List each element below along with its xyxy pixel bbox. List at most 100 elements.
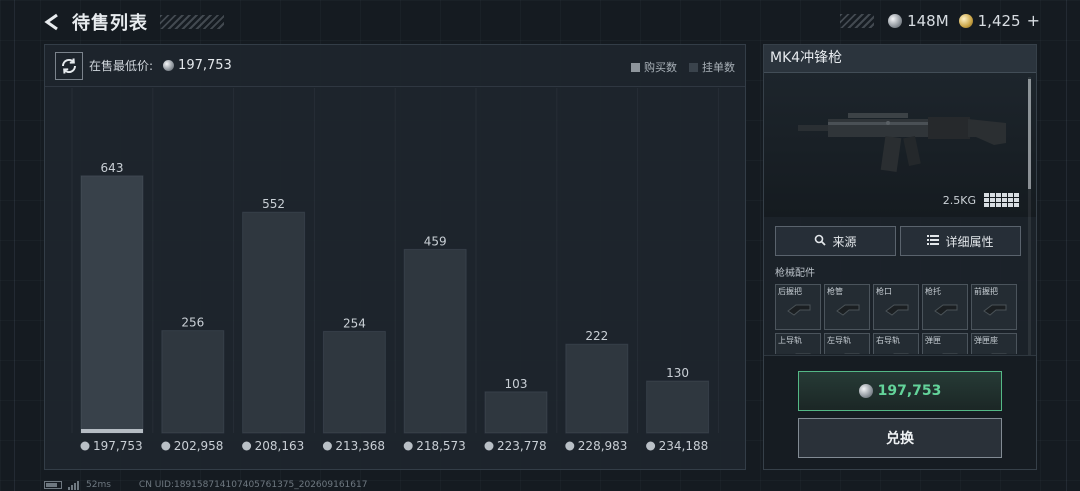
frame-line-left bbox=[14, 0, 15, 491]
purchase-area: 197,753 兑换 bbox=[764, 355, 1036, 469]
attachment-slot[interactable]: 枪管 bbox=[824, 284, 870, 330]
attachment-slot-label: 前握把 bbox=[974, 287, 998, 296]
title-decoration bbox=[160, 15, 224, 29]
silver-coin-icon bbox=[322, 441, 332, 451]
chart-legend: 购买数 挂单数 bbox=[619, 59, 735, 75]
gold-amount: 1,425 bbox=[977, 11, 1021, 30]
attachment-slot[interactable]: 上导轨 bbox=[775, 333, 821, 354]
inventory-size-icon bbox=[984, 193, 1022, 207]
back-arrow-icon bbox=[44, 13, 58, 31]
attachment-slot-label: 右导轨 bbox=[876, 336, 900, 345]
price-tick-label: 223,778 bbox=[497, 439, 547, 453]
attachment-slot-label: 枪口 bbox=[876, 287, 892, 296]
legend-item-listing: 挂单数 bbox=[689, 59, 735, 75]
weapon-preview: 2.5KG bbox=[764, 73, 1036, 217]
currency-bar: 148M 1,425 + bbox=[840, 11, 1040, 30]
detail-scrollbar[interactable] bbox=[1028, 77, 1031, 355]
price-tick-label: 228,983 bbox=[578, 439, 628, 453]
details-button-label: 详细属性 bbox=[945, 234, 994, 249]
attachment-slot-label: 上导轨 bbox=[778, 336, 802, 345]
exchange-button[interactable]: 兑换 bbox=[798, 418, 1002, 458]
attachment-part-icon bbox=[835, 301, 861, 316]
item-weight: 2.5KG bbox=[942, 194, 976, 207]
bar-value-label: 552 bbox=[262, 197, 285, 211]
add-currency-button[interactable]: + bbox=[1027, 11, 1040, 30]
lowest-price-label: 在售最低价: bbox=[89, 59, 154, 73]
bar-value-label: 643 bbox=[101, 161, 124, 175]
item-detail-panel: MK4冲锋枪 2.5KG 来源 详细属性 枪械配件 后握把 枪管 枪口 枪托 前… bbox=[763, 44, 1037, 470]
currency-decoration bbox=[840, 13, 875, 28]
detail-actions: 来源 详细属性 bbox=[775, 226, 1036, 256]
silver-coin-icon bbox=[565, 441, 575, 451]
attachment-part-icon bbox=[884, 350, 910, 354]
attachment-part-icon bbox=[884, 301, 910, 316]
legend-label-buy: 购买数 bbox=[644, 61, 677, 74]
page-title: 待售列表 bbox=[72, 13, 148, 34]
listing-bar bbox=[565, 343, 629, 434]
attachment-slot-label: 弹匣座 bbox=[974, 336, 998, 345]
silver-coin-icon bbox=[858, 384, 873, 398]
attachments-label: 枪械配件 bbox=[775, 268, 815, 279]
legend-swatch-buy bbox=[631, 62, 640, 72]
price-tick-label: 218,573 bbox=[416, 439, 466, 453]
bar-value-label: 103 bbox=[505, 377, 528, 391]
bar-value-label: 130 bbox=[666, 366, 689, 380]
gold-coin-icon bbox=[958, 13, 973, 28]
silver-coin-icon bbox=[80, 441, 90, 451]
attachment-slot[interactable]: 枪托 bbox=[922, 284, 968, 330]
silver-coin-icon bbox=[242, 441, 252, 451]
silver-coin-icon bbox=[484, 441, 494, 451]
legend-item-buy: 购买数 bbox=[631, 59, 677, 75]
listing-bar-chart: 643 197,753 256 202,958 552 208,163 254 213,368… bbox=[71, 88, 719, 453]
attachment-slot[interactable]: 右导轨 bbox=[873, 333, 919, 354]
listing-bar bbox=[403, 248, 467, 434]
price-tick-label: 208,163 bbox=[255, 439, 305, 453]
attachment-part-icon bbox=[933, 350, 959, 354]
item-name: MK4冲锋枪 bbox=[764, 45, 1036, 73]
attachment-slot-label: 弹匣 bbox=[925, 336, 941, 345]
attachment-slot[interactable]: 弹匣座 bbox=[971, 333, 1017, 354]
attachment-part-icon bbox=[835, 350, 861, 354]
price-tick-label: 234,188 bbox=[659, 439, 709, 453]
price-chart-panel: 在售最低价: 197,753 购买数 挂单数 643 197,753 256 202,… bbox=[44, 44, 746, 470]
silver-amount: 148M bbox=[907, 11, 949, 30]
silver-coin-icon bbox=[403, 441, 413, 451]
back-button[interactable] bbox=[40, 10, 64, 34]
refresh-icon bbox=[61, 57, 77, 74]
silver-coin-icon bbox=[163, 60, 175, 71]
details-button[interactable]: 详细属性 bbox=[900, 226, 1021, 256]
smg-weapon-icon bbox=[798, 113, 1006, 172]
listing-bar bbox=[646, 380, 710, 434]
buy-count-bar bbox=[81, 429, 143, 433]
attachment-part-icon bbox=[982, 301, 1008, 316]
bar-value-label: 459 bbox=[424, 234, 447, 248]
bar-value-label: 254 bbox=[343, 316, 366, 330]
attachment-part-icon bbox=[786, 350, 812, 354]
source-button-label: 来源 bbox=[832, 234, 857, 249]
attachment-part-icon bbox=[933, 301, 959, 316]
attachment-slot-label: 枪管 bbox=[827, 287, 843, 296]
attachment-slot[interactable]: 枪口 bbox=[873, 284, 919, 330]
legend-label-listing: 挂单数 bbox=[702, 61, 735, 74]
refresh-button[interactable] bbox=[55, 51, 83, 80]
frame-line-right bbox=[1066, 0, 1067, 491]
attachment-slot[interactable]: 后握把 bbox=[775, 284, 821, 330]
list-icon bbox=[927, 234, 940, 248]
attachment-slot[interactable]: 前握把 bbox=[971, 284, 1017, 330]
lowest-price-value: 197,753 bbox=[178, 58, 232, 73]
attachment-part-icon bbox=[786, 301, 812, 316]
silver-coin-icon bbox=[161, 441, 171, 451]
attachment-slots: 后握把 枪管 枪口 枪托 前握把上导轨 左导轨 右导轨 弹匣 弹匣座 bbox=[775, 284, 1036, 354]
ping-value: 52ms bbox=[86, 480, 111, 490]
attachment-slot-label: 后握把 bbox=[778, 287, 802, 296]
source-button[interactable]: 来源 bbox=[775, 226, 896, 256]
bar-value-label: 222 bbox=[585, 329, 608, 343]
listing-bar bbox=[484, 391, 548, 434]
search-icon bbox=[814, 234, 827, 249]
silver-balance: 148M bbox=[888, 12, 949, 30]
silver-coin-icon bbox=[888, 13, 903, 28]
attachment-slot[interactable]: 弹匣 bbox=[922, 333, 968, 354]
attachment-slot-label: 左导轨 bbox=[827, 336, 851, 345]
buy-price-button[interactable]: 197,753 bbox=[798, 371, 1002, 411]
attachment-slot[interactable]: 左导轨 bbox=[824, 333, 870, 354]
